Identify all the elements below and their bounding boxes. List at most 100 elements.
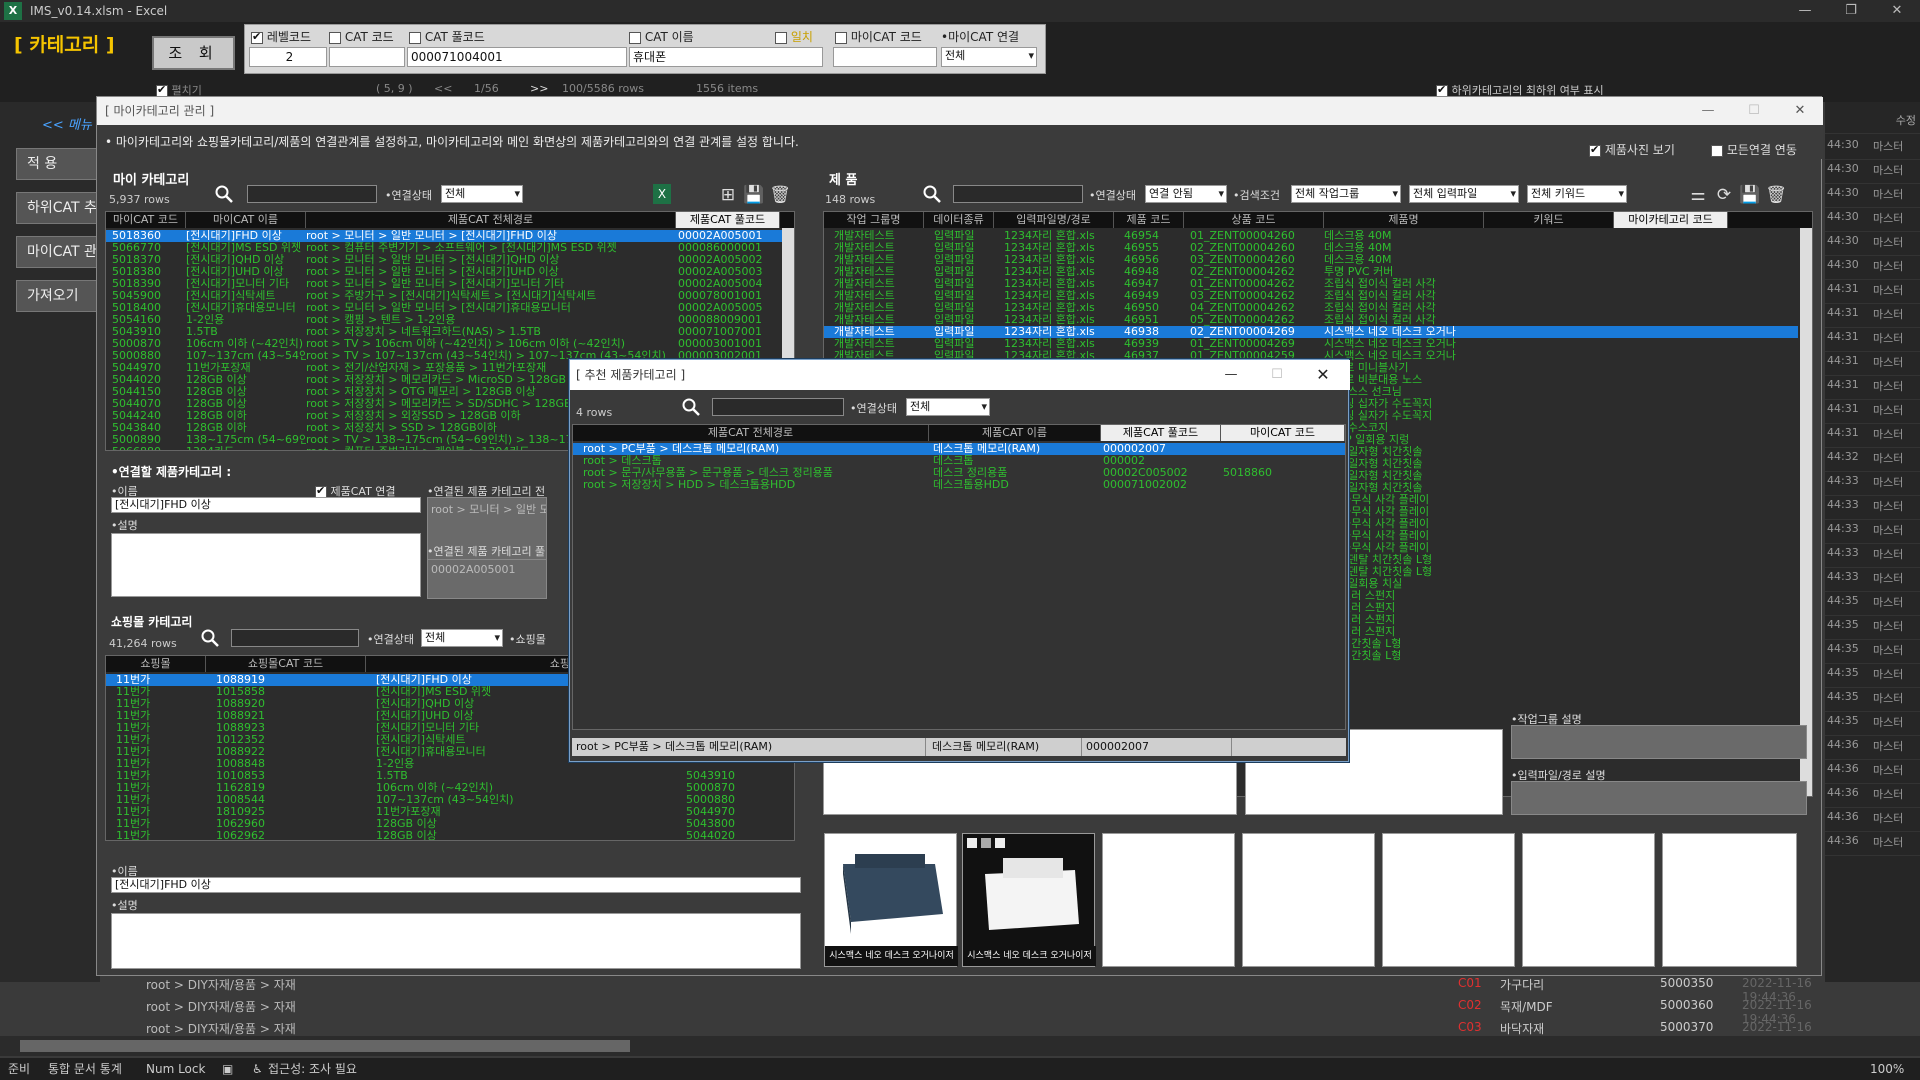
dialog-maximize-icon[interactable]: ☐ <box>1731 100 1777 122</box>
table-row[interactable]: 5000870 106cm 이하 (~42인치) root > TV > 106cm… <box>106 338 782 350</box>
products-save-icon[interactable]: 💾 <box>1739 184 1761 206</box>
shop-name-field[interactable]: [전시대기]FHD 이상 <box>111 877 801 893</box>
table-row[interactable]: 개발자테스트 입력파일 1234자리 혼합.xls 46956 03_ZENT00004… <box>824 254 1798 266</box>
shopmall-search-icon[interactable] <box>201 629 219 647</box>
cat-name-checkbox[interactable] <box>629 31 641 44</box>
col-data-type[interactable]: 데이터종류 <box>924 212 994 228</box>
table-row[interactable]: root > 데스크톱 데스크톱 000002 <box>573 455 1345 467</box>
popup-search-input[interactable] <box>712 398 844 416</box>
status-consolidate[interactable]: 통합 문서 통계 <box>48 1058 122 1080</box>
col-my-category-code[interactable]: 마이카테고리 코드 <box>1614 212 1728 228</box>
all-link-checkbox[interactable] <box>1711 144 1723 157</box>
restore-icon[interactable]: ❐ <box>1828 0 1874 22</box>
cat-full-code-checkbox[interactable] <box>409 31 421 44</box>
table-row[interactable]: 5054160 1-2인용 root > 캠핑 > 텐트 > 1-2인용 000088… <box>106 314 782 326</box>
keyword-select[interactable]: 전체 키워드 <box>1527 185 1627 203</box>
cat-code-checkbox[interactable] <box>329 31 341 44</box>
nav-my-cat-button[interactable]: 마이CAT 관 <box>16 236 102 268</box>
table-row[interactable]: root > 저장장치 > HDD > 데스크톱용HDD 데스크톱용HDD 0000… <box>573 479 1345 491</box>
products-scrollbar[interactable] <box>1800 228 1812 796</box>
my-category-search-input[interactable] <box>247 185 377 203</box>
my-cat-link-select[interactable]: 전체 <box>941 47 1037 67</box>
behind-row[interactable]: root > DIY자재/용품 > 자재 C02 목재/MDF 5000360 2022… <box>140 998 1820 1026</box>
link-state-select[interactable]: 전체 <box>441 185 523 203</box>
col-work-group[interactable]: 작업 그룹명 <box>824 212 924 228</box>
behind-row[interactable]: root > DIY자재/용품 > 자재 C01 가구다리 5000350 2022-1… <box>140 976 1820 1004</box>
products-delete-icon[interactable]: 🗑 <box>1765 184 1787 206</box>
exact-checkbox[interactable] <box>775 31 787 44</box>
level-code-checkbox[interactable] <box>251 30 263 44</box>
popup-search-icon[interactable] <box>682 398 700 416</box>
table-row[interactable]: 개발자테스트 입력파일 1234자리 혼합.xls 46950 04_ZENT00004… <box>824 302 1798 314</box>
table-row[interactable]: 개발자테스트 입력파일 1234자리 혼합.xls 46938 02_ZENT00004… <box>824 326 1798 338</box>
menu-link[interactable]: << 메뉴 <box>42 114 92 133</box>
table-row[interactable]: 5066770 [전시대기]MS ESD 위젯 root > 컴퓨터 주변기기 > … <box>106 242 782 254</box>
nav-sub-cat-button[interactable]: 하위CAT 추 <box>16 192 102 224</box>
col-popup-name[interactable]: 제품CAT 이름 <box>929 425 1101 441</box>
table-row[interactable]: 11번가 1062962 128GB 이상 5044020 <box>106 830 782 840</box>
dialog-close-icon[interactable]: ✕ <box>1777 100 1823 122</box>
table-row[interactable]: 개발자테스트 입력파일 1234자리 혼합.xls 46955 02_ZENT00004… <box>824 242 1798 254</box>
work-group-select[interactable]: 전체 작업그룹 <box>1291 185 1401 203</box>
scroll-thumb[interactable] <box>20 1040 630 1052</box>
next-page-button[interactable]: >> <box>530 82 548 95</box>
popup-minimize-icon[interactable]: — <box>1208 364 1254 386</box>
col-product-name[interactable]: 제품명 <box>1324 212 1484 228</box>
table-row[interactable]: 11번가 1008544 107~137cm (43~54인치) 5000880 <box>106 794 782 806</box>
save-icon[interactable]: 💾 <box>743 184 765 206</box>
my-cat-code-input[interactable] <box>833 47 937 67</box>
table-row[interactable]: 11번가 1062960 128GB 이상 5043800 <box>106 818 782 830</box>
desc-field[interactable] <box>111 533 421 597</box>
table-row[interactable]: 11번가 1010853 1.5TB 5043910 <box>106 770 782 782</box>
table-row[interactable]: 개발자테스트 입력파일 1234자리 혼합.xls 46948 02_ZENT00004… <box>824 266 1798 278</box>
horizontal-scrollbar[interactable] <box>0 1036 1920 1056</box>
table-row[interactable]: 5018390 [전시대기]모니터 기타 root > 모니터 > 일반 모니터 >… <box>106 278 782 290</box>
shopmall-search-input[interactable] <box>231 629 359 647</box>
col-prod-cat-code[interactable]: 제품CAT 풀코드 <box>676 212 780 228</box>
shop-desc-field[interactable] <box>111 913 801 969</box>
table-row[interactable]: 개발자테스트 입력파일 1234자리 혼합.xls 46947 01_ZENT00004… <box>824 278 1798 290</box>
col-keyword[interactable]: 키워드 <box>1484 212 1614 228</box>
prev-page-button[interactable]: << <box>434 82 452 95</box>
delete-icon[interactable]: 🗑 <box>769 184 791 206</box>
table-row[interactable]: 개발자테스트 입력파일 1234자리 혼합.xls 46939 01_ZENT00004… <box>824 338 1798 350</box>
show-photo-checkbox[interactable] <box>1589 143 1601 157</box>
table-row[interactable]: 개발자테스트 입력파일 1234자리 혼합.xls 46954 01_ZENT00004… <box>824 230 1798 242</box>
table-row[interactable]: 11번가 1162819 106cm 이하 (~42인치) 5000870 <box>106 782 782 794</box>
col-my-cat-code[interactable]: 마이CAT 코드 <box>106 212 186 228</box>
cat-name-input[interactable]: 휴대폰 <box>629 47 823 67</box>
products-search-icon[interactable] <box>923 185 941 203</box>
table-row[interactable]: 5018400 [전시대기]휴대용모니터 root > 모니터 > 일반 모니터 >… <box>106 302 782 314</box>
col-goods-code[interactable]: 상품 코드 <box>1184 212 1324 228</box>
nav-apply-button[interactable]: 적 용 <box>16 148 102 180</box>
table-row[interactable]: root > 문구/사무용품 > 문구용품 > 데스크 정리용품 데스크 정리용품… <box>573 467 1345 479</box>
col-input-file[interactable]: 입력파일명/경로 <box>994 212 1114 228</box>
col-popup-code[interactable]: 제품CAT 풀코드 <box>1101 425 1221 441</box>
col-my-cat-name[interactable]: 마이CAT 이름 <box>186 212 306 228</box>
table-row[interactable]: 5018360 [전시대기]FHD 이상 root > 모니터 > 일반 모니터 >… <box>106 230 782 242</box>
table-row[interactable]: 5018370 [전시대기]QHD 이상 root > 모니터 > 일반 모니터 >… <box>106 254 782 266</box>
excel-export-icon[interactable]: X <box>653 184 671 204</box>
macro-record-icon[interactable]: ▣ <box>222 1058 233 1080</box>
table-row[interactable]: 5043910 1.5TB root > 저장장치 > 네트워크하드(NAS) > … <box>106 326 782 338</box>
add-icon[interactable]: ⊞ <box>717 184 739 206</box>
table-row[interactable]: 11번가 1810925 11번가포장재 5044970 <box>106 806 782 818</box>
name-field[interactable]: [전시대기]FHD 이상 <box>111 497 421 513</box>
filter-icon[interactable]: ⚌ <box>1687 184 1709 206</box>
col-popup-mycat[interactable]: 마이CAT 코드 <box>1221 425 1345 441</box>
col-shop[interactable]: 쇼핑몰 <box>106 656 206 672</box>
popup-link-state-select[interactable]: 전체 <box>906 398 990 416</box>
search-icon[interactable] <box>215 185 233 203</box>
table-row[interactable]: 5018380 [전시대기]UHD 이상 root > 모니터 > 일반 모니터 >… <box>106 266 782 278</box>
refresh-icon[interactable]: ⟳ <box>1713 184 1735 206</box>
table-row[interactable]: 개발자테스트 입력파일 1234자리 혼합.xls 46951 05_ZENT00004… <box>824 314 1798 326</box>
cat-code-input[interactable] <box>329 47 405 67</box>
input-file-select[interactable]: 전체 입력파일 <box>1409 185 1519 203</box>
level-code-input[interactable]: 2 <box>249 47 327 67</box>
product-thumb-2[interactable]: 시스맥스 네오 데스크 오거나이저 <box>962 833 1096 967</box>
table-row[interactable]: 개발자테스트 입력파일 1234자리 혼합.xls 46949 03_ZENT00004… <box>824 290 1798 302</box>
popup-maximize-icon[interactable]: ☐ <box>1254 364 1300 386</box>
col-prod-cat-path[interactable]: 제품CAT 전체경로 <box>306 212 676 228</box>
shopmall-link-state-select[interactable]: 전체 <box>421 629 503 647</box>
col-popup-path[interactable]: 제품CAT 전체경로 <box>573 425 929 441</box>
